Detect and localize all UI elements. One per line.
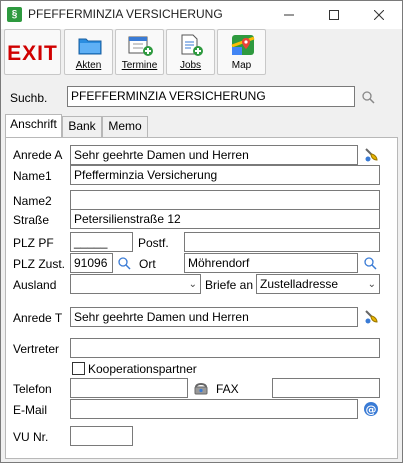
fax-field[interactable]: [272, 378, 380, 398]
anrede-t-picker-button[interactable]: [361, 307, 381, 327]
vu-nr-label: VU Nr.: [13, 430, 49, 444]
search-icon: [362, 91, 375, 104]
search-button[interactable]: [358, 87, 378, 107]
title-bar: § PFEFFERMINZIA VERSICHERUNG: [1, 1, 402, 29]
ausland-select[interactable]: ⌄: [70, 274, 201, 294]
exit-button[interactable]: EXIT: [4, 29, 61, 75]
search-label: Suchb.: [10, 91, 48, 105]
document-add-icon: [181, 34, 203, 56]
tab-memo[interactable]: Memo: [102, 116, 148, 137]
map-button[interactable]: Map: [217, 29, 266, 75]
minimize-icon: [283, 14, 294, 16]
postf-field[interactable]: [184, 232, 380, 252]
vertreter-label: Vertreter: [13, 342, 60, 356]
plz-pf-label: PLZ PF: [13, 236, 54, 250]
kooperation-label: Kooperationspartner: [88, 362, 197, 376]
maximize-button[interactable]: [311, 1, 356, 29]
tab-bank[interactable]: Bank: [62, 116, 102, 137]
map-icon: [231, 35, 255, 55]
phone-icon: [194, 383, 208, 395]
tab-anschrift[interactable]: Anschrift: [5, 114, 62, 138]
termine-button[interactable]: Termine: [115, 29, 164, 75]
anrede-a-picker-button[interactable]: [361, 145, 381, 165]
plz-zust-field[interactable]: 91096: [70, 253, 113, 273]
name1-field[interactable]: Pfefferminzia Versicherung: [70, 165, 380, 185]
postf-label: Postf.: [138, 236, 169, 250]
main-window: § PFEFFERMINZIA VERSICHERUNG EXIT Akten: [0, 0, 403, 463]
brush-icon: [365, 148, 378, 162]
phone-dial-button[interactable]: [191, 378, 211, 398]
chevron-down-icon: ⌄: [188, 279, 197, 290]
search-input[interactable]: PFEFFERMINZIA VERSICHERUNG: [67, 86, 355, 107]
name2-label: Name2: [13, 194, 52, 208]
name1-label: Name1: [13, 169, 52, 183]
telefon-label: Telefon: [13, 382, 52, 396]
plz-pf-field[interactable]: _____: [70, 232, 133, 252]
briefe-an-label: Briefe an: [205, 278, 254, 292]
anrede-t-label: Anrede T: [13, 311, 63, 325]
email-field[interactable]: [70, 399, 358, 419]
ort-label: Ort: [139, 257, 156, 271]
folder-icon: [78, 38, 102, 55]
fax-label: FAX: [216, 382, 239, 396]
window-title: PFEFFERMINZIA VERSICHERUNG: [28, 7, 223, 21]
anrede-t-field[interactable]: Sehr geehrte Damen und Herren: [70, 307, 358, 327]
maximize-icon: [328, 10, 339, 20]
exit-label: EXIT: [7, 42, 58, 65]
kooperation-checkbox[interactable]: [72, 362, 85, 375]
plz-zust-label: PLZ Zust.: [13, 257, 66, 271]
email-send-button[interactable]: @: [361, 399, 381, 419]
svg-text:@: @: [366, 403, 377, 416]
jobs-button[interactable]: Jobs: [166, 29, 215, 75]
search-icon: [118, 257, 131, 270]
strasse-field[interactable]: Petersilienstraße 12: [70, 209, 380, 229]
minimize-button[interactable]: [266, 1, 311, 29]
brush-icon: [365, 310, 378, 324]
briefe-an-value: Zustelladresse: [260, 277, 339, 291]
ort-field[interactable]: Möhrendorf: [184, 253, 358, 273]
anrede-a-field[interactable]: Sehr geehrte Damen und Herren: [70, 145, 358, 165]
akten-button[interactable]: Akten: [64, 29, 113, 75]
email-label: E-Mail: [13, 403, 48, 417]
calendar-add-icon: [128, 36, 153, 56]
anrede-a-label: Anrede A: [13, 148, 63, 162]
toolbar: EXIT Akten Termine Jobs Map: [1, 29, 402, 79]
ausland-label: Ausland: [13, 278, 57, 292]
name2-field[interactable]: [70, 190, 380, 210]
akten-label: Akten: [75, 60, 102, 71]
app-icon: §: [7, 7, 22, 22]
search-icon: [364, 257, 377, 270]
ort-search-button[interactable]: [360, 253, 380, 273]
map-label: Map: [231, 60, 252, 71]
jobs-label: Jobs: [179, 60, 202, 71]
close-button[interactable]: [356, 1, 401, 29]
strasse-label: Straße: [13, 213, 50, 227]
vertreter-field[interactable]: [70, 338, 380, 358]
telefon-field[interactable]: [70, 378, 188, 398]
close-icon: [373, 10, 384, 20]
chevron-down-icon: ⌄: [367, 279, 376, 290]
plz-search-button[interactable]: [114, 253, 134, 273]
briefe-an-select[interactable]: Zustelladresse ⌄: [256, 274, 380, 294]
termine-label: Termine: [121, 60, 158, 71]
vu-nr-field[interactable]: [70, 426, 133, 446]
at-sign-icon: @: [364, 402, 378, 416]
